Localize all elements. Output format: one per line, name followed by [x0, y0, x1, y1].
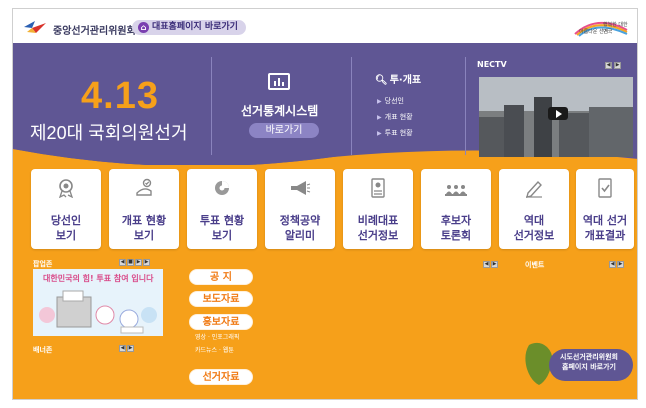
- menu-card-label: 역대 선거 개표결과: [582, 214, 628, 242]
- divider: [465, 57, 466, 155]
- prev-arrow-button[interactable]: ◀: [119, 345, 126, 352]
- arrow-icon: ▶: [377, 130, 382, 137]
- pie-chart-icon: [215, 181, 229, 195]
- home-shortcut-label: 대표홈페이지 바로가기: [152, 22, 238, 32]
- popup-banner-text: 대한민국의 힘! 투표 참여 입니다: [43, 274, 154, 283]
- election-site-frame: 중앙선거관리위원회 ⌂ 대표홈페이지 바로가기 아름다운 선거 행복한 대한민국…: [12, 8, 638, 400]
- vote-link-winners[interactable]: ▶ 당선인: [377, 96, 404, 106]
- home-shortcut-button[interactable]: ⌂ 대표홈페이지 바로가기: [132, 20, 246, 35]
- stats-go-button[interactable]: 바로가기: [249, 123, 319, 138]
- monitor-chart-icon: [268, 73, 290, 90]
- regional-link-line2: 홈페이지 바로가기: [562, 363, 616, 371]
- press-release-button[interactable]: 보도자료: [189, 291, 253, 307]
- next-arrow-button[interactable]: ▶: [617, 261, 624, 268]
- video-infographic-link[interactable]: 영상 · 인포그래픽: [195, 332, 239, 341]
- prev-arrow-button[interactable]: ◀: [483, 261, 490, 268]
- ballot-count-icon: [136, 178, 152, 196]
- event-title: 이벤트: [525, 261, 545, 269]
- prev-arrow-button[interactable]: ◀: [609, 261, 616, 268]
- menu-card-pledges[interactable]: 정책공약 알리미: [265, 169, 335, 249]
- menu-card-winners[interactable]: 당선인 보기: [31, 169, 101, 249]
- vote-count-title: 🔍︎ 투·개표: [375, 75, 422, 86]
- next-arrow-button[interactable]: ▶: [491, 261, 498, 268]
- medal-icon: [58, 179, 74, 198]
- menu-card-count[interactable]: 개표 현황 보기: [109, 169, 179, 249]
- regional-link-line1: 시도선거관리위원회: [560, 353, 618, 361]
- election-name: 제20대 국회의원선거: [30, 123, 188, 143]
- menu-card-label: 역대 선거정보: [513, 214, 555, 242]
- popup-zone-title: 팝업존: [33, 260, 53, 268]
- menu-card-past-results[interactable]: 역대 선거 개표결과: [576, 169, 634, 249]
- promo-materials-button[interactable]: 홍보자료: [189, 314, 253, 330]
- menu-card-label: 투표 현황 보기: [199, 214, 245, 242]
- divider: [351, 57, 352, 155]
- menu-card-history[interactable]: 역대 선거정보: [499, 169, 569, 249]
- nec-logo-icon[interactable]: [23, 19, 47, 35]
- document-check-icon: [598, 178, 612, 198]
- vote-link-turnout[interactable]: ▶ 투표 현황: [377, 128, 413, 138]
- menu-card-label: 개표 현황 보기: [121, 214, 167, 242]
- menu-card-turnout[interactable]: 투표 현황 보기: [187, 169, 257, 249]
- prev-arrow-button[interactable]: ◀: [605, 62, 612, 69]
- arrow-icon: ▶: [377, 114, 382, 121]
- slogan-right: 행복한 대한민국: [603, 22, 628, 35]
- menu-card-label: 후보자 토론회: [440, 214, 472, 242]
- next-arrow-button[interactable]: ▶: [614, 62, 621, 69]
- id-card-icon: [371, 178, 385, 198]
- home-icon: ⌂: [138, 22, 149, 33]
- next-arrow-button[interactable]: ▶: [143, 259, 150, 266]
- popup-banner[interactable]: 대한민국의 힘! 투표 참여 입니다: [33, 269, 163, 336]
- megaphone-icon: [291, 181, 311, 195]
- election-date: 4.13: [81, 75, 159, 117]
- page: 중앙선거관리위원회 ⌂ 대표홈페이지 바로가기 아름다운 선거 행복한 대한민국…: [0, 0, 646, 408]
- menu-card-label: 비례대표 선거정보: [357, 214, 399, 242]
- pen-icon: [526, 180, 542, 198]
- notice-button[interactable]: 공 지: [189, 269, 253, 285]
- menu-card-proportional[interactable]: 비례대표 선거정보: [343, 169, 413, 249]
- regional-commission-link[interactable]: 시도선거관리위원회 홈페이지 바로가기: [560, 352, 618, 372]
- menu-card-label: 당선인 보기: [50, 214, 82, 242]
- stop-button[interactable]: ■: [127, 259, 134, 266]
- play-small-button[interactable]: ▶: [135, 259, 142, 266]
- stats-system-title: 선거통계시스템: [241, 104, 319, 118]
- vote-link-count[interactable]: ▶ 개표 현황: [377, 112, 413, 122]
- prev-arrow-button[interactable]: ◀: [119, 259, 126, 266]
- org-name[interactable]: 중앙선거관리위원회: [53, 22, 136, 37]
- next-arrow-button[interactable]: ▶: [127, 345, 134, 352]
- nectv-label: NECTV: [477, 60, 507, 69]
- banner-zone-title: 배너존: [33, 346, 53, 354]
- search-icon: 🔍︎: [375, 75, 388, 86]
- play-button[interactable]: [548, 107, 568, 120]
- menu-card-debate[interactable]: 후보자 토론회: [421, 169, 491, 249]
- cardnews-webtoon-link[interactable]: 카드뉴스 · 웹툰: [195, 345, 234, 354]
- election-materials-button[interactable]: 선거자료: [189, 369, 253, 385]
- menu-card-label: 정책공약 알리미: [279, 214, 321, 242]
- site-header: 중앙선거관리위원회 ⌂ 대표홈페이지 바로가기 아름다운 선거 행복한 대한민국: [13, 9, 637, 43]
- divider: [211, 57, 212, 155]
- arrow-icon: ▶: [377, 98, 382, 105]
- debate-icon: [445, 185, 467, 196]
- slogan-logo: 아름다운 선거 행복한 대한민국: [569, 18, 631, 38]
